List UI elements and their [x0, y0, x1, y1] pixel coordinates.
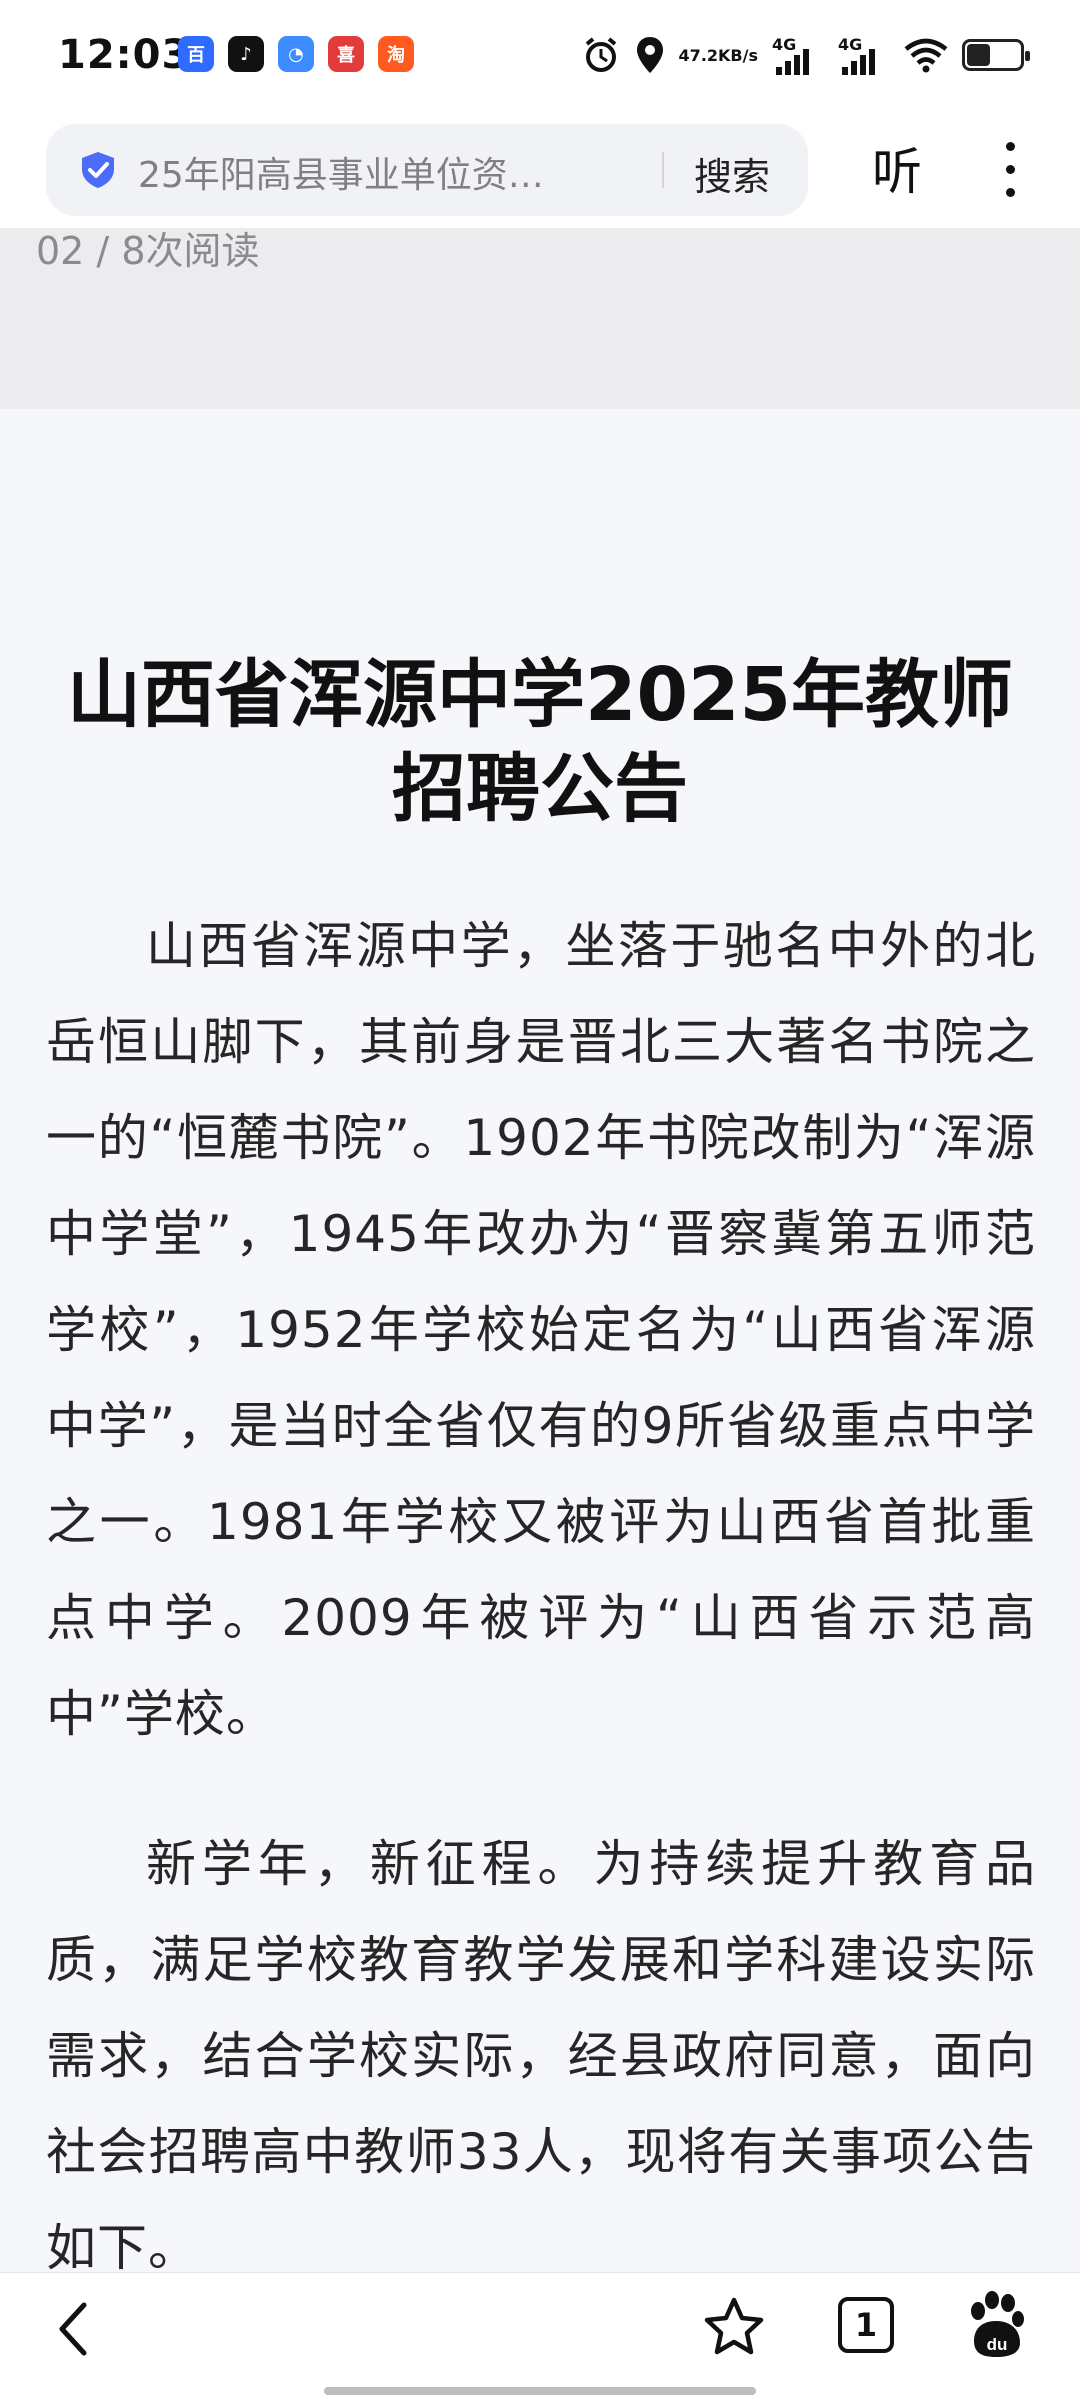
svg-text:du: du — [987, 2335, 1008, 2354]
bottom-toolbar: 1 du — [0, 2272, 1080, 2401]
home-indicator[interactable] — [324, 2387, 756, 2395]
listen-button[interactable]: 听 — [872, 132, 922, 204]
notification-app-icons: 百 ♪ ◔ 喜 淘 — [178, 36, 414, 72]
alarm-icon — [585, 37, 616, 72]
article-paragraph: 山西省浑源中学，坐落于驰名中外的北岳恒山脚下，其前身是晋北三大著名书院之一的“恒… — [46, 917, 1036, 1743]
tabs-count-button[interactable]: 1 — [838, 2297, 894, 2353]
status-time: 12:03 — [58, 32, 191, 78]
status-bar: 12:03 百 ♪ ◔ 喜 淘 47.2 KB/s 4G 4G — [0, 0, 1080, 112]
read-count: 02 / 8次阅读 — [36, 229, 260, 273]
status-indicators: 47.2 KB/s 4G 4G — [581, 30, 1030, 80]
signal-strength-1: 4G — [772, 35, 824, 75]
battery-icon — [962, 39, 1030, 71]
signal-bars-icon — [776, 49, 809, 75]
shield-check-icon — [82, 152, 114, 188]
baidu-app-icon: 百 — [178, 36, 214, 72]
network-speed-value: 47.2 — [678, 45, 719, 65]
douyin-app-icon: ♪ — [228, 36, 264, 72]
network-speed-unit: KB/s — [718, 45, 758, 65]
article-title: 山西省浑源中学2025年教师招聘公告 — [67, 652, 1013, 832]
favorite-star-icon[interactable] — [702, 2295, 766, 2359]
battery-level — [967, 44, 990, 66]
location-icon — [636, 37, 663, 73]
search-bar[interactable]: 25年阳高县事业单位资… 搜索 — [46, 124, 808, 216]
search-query-text[interactable]: 25年阳高县事业单位资… — [138, 146, 608, 198]
signal-bars-icon — [842, 49, 875, 75]
search-divider — [662, 152, 664, 188]
taobao-app-icon: 淘 — [378, 36, 414, 72]
more-menu-icon[interactable] — [1000, 142, 1020, 202]
network-speed: 47.2 KB/s — [679, 47, 758, 64]
baidu-paw-icon[interactable]: du — [966, 2291, 1026, 2359]
back-arrow-icon[interactable] — [50, 2299, 100, 2359]
article-paragraph: 新学年，新征程。为持续提升教育品质，满足学校教育教学发展和学科建设实际需求，结合… — [46, 1835, 1036, 2277]
gift-app-icon: 喜 — [328, 36, 364, 72]
search-button[interactable]: 搜索 — [694, 146, 770, 201]
signal-strength-2: 4G — [838, 35, 890, 75]
message-app-icon: ◔ — [278, 36, 314, 72]
wifi-icon — [904, 38, 948, 73]
